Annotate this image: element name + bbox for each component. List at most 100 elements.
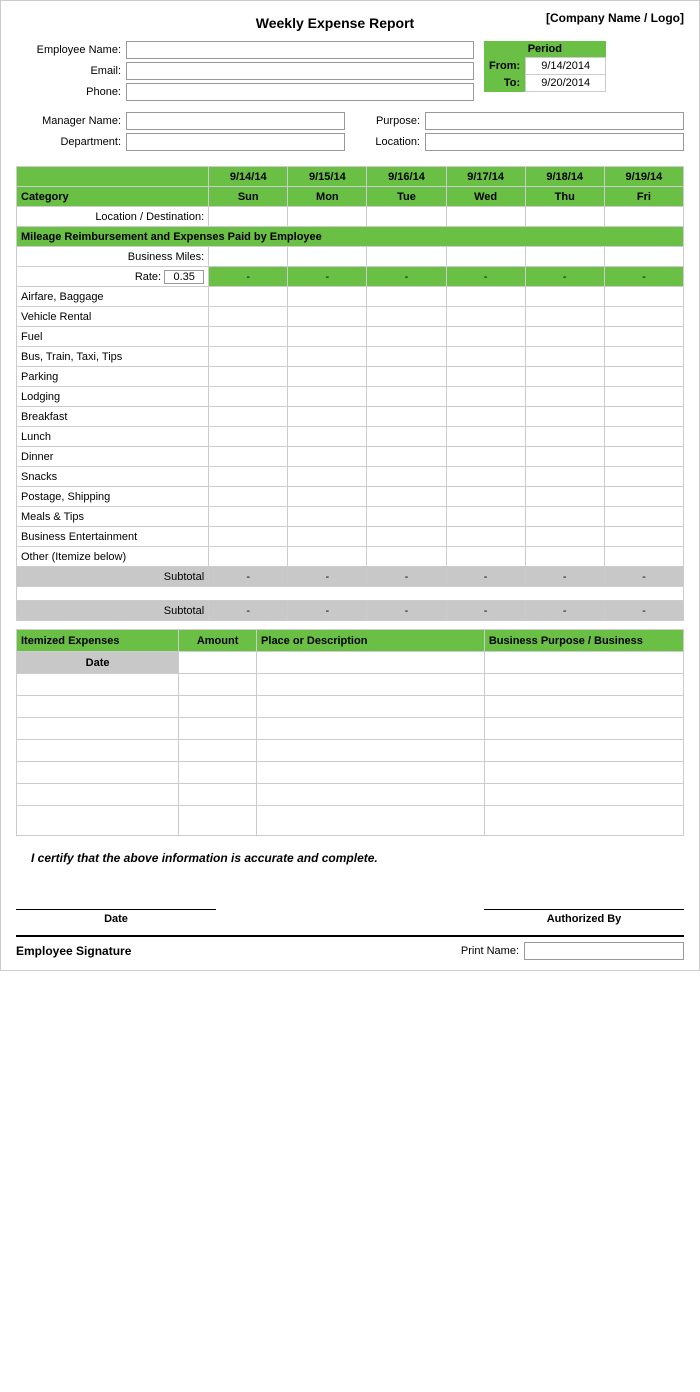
phone-input[interactable]	[126, 83, 474, 101]
miles-cell-1[interactable]	[209, 247, 288, 267]
to-value: 9/20/2014	[526, 75, 606, 92]
table-row-lodging: Lodging	[17, 387, 684, 407]
subtotal-1-5: -	[525, 567, 604, 587]
date-col-5: 9/18/14	[525, 167, 604, 187]
loc-cell-1[interactable]	[209, 207, 288, 227]
location-row: Location:	[355, 133, 684, 151]
airfare-5[interactable]	[525, 287, 604, 307]
rate-calc-3: -	[367, 267, 446, 287]
airfare-6[interactable]	[604, 287, 683, 307]
table-row-parking: Parking	[17, 367, 684, 387]
cat-label-postage: Postage, Shipping	[17, 487, 209, 507]
company-name: [Company Name / Logo]	[504, 11, 684, 25]
table-row-snacks: Snacks	[17, 467, 684, 487]
cat-label-breakfast: Breakfast	[17, 407, 209, 427]
table-row-lunch: Lunch	[17, 427, 684, 447]
employee-signature-label: Employee Signature	[16, 944, 131, 958]
subtotal-label-2: Subtotal	[17, 601, 209, 621]
manager-section: Manager Name: Department:	[16, 112, 345, 154]
employee-name-label: Employee Name:	[16, 44, 126, 56]
loc-cell-5[interactable]	[525, 207, 604, 227]
day-col-1: Sun	[209, 187, 288, 207]
airfare-3[interactable]	[367, 287, 446, 307]
date-col-header: Date	[17, 652, 179, 674]
subtotal-row-1: Subtotal - - - - - -	[17, 567, 684, 587]
date-col-2: 9/15/14	[288, 167, 367, 187]
subtotal-label-1: Subtotal	[17, 567, 209, 587]
employee-left: Employee Name: Email: Phone:	[16, 41, 474, 104]
purpose-row: Purpose:	[355, 112, 684, 130]
rate-label: Rate: 0.35	[17, 267, 209, 287]
employee-name-input[interactable]	[126, 41, 474, 59]
airfare-4[interactable]	[446, 287, 525, 307]
print-name-input[interactable]	[524, 942, 684, 960]
employee-name-row: Employee Name:	[16, 41, 474, 59]
certification-text: I certify that the above information is …	[31, 851, 684, 865]
miles-cell-5[interactable]	[525, 247, 604, 267]
miles-cell-3[interactable]	[367, 247, 446, 267]
table-row-business-ent: Business Entertainment	[17, 527, 684, 547]
email-row: Email:	[16, 62, 474, 80]
rate-calc-4: -	[446, 267, 525, 287]
date-sig-line[interactable]	[16, 890, 216, 910]
location-dest-row: Location / Destination:	[17, 207, 684, 227]
subtotal-2-3: -	[367, 601, 446, 621]
manager-input[interactable]	[126, 112, 345, 130]
subtotal-1-1: -	[209, 567, 288, 587]
subtotal-2-4: -	[446, 601, 525, 621]
manager-label: Manager Name:	[16, 115, 126, 127]
subtotal-1-4: -	[446, 567, 525, 587]
department-label: Department:	[16, 136, 126, 148]
from-label: From:	[484, 58, 526, 75]
loc-cell-2[interactable]	[288, 207, 367, 227]
airfare-1[interactable]	[209, 287, 288, 307]
loc-cell-4[interactable]	[446, 207, 525, 227]
location-dest-label: Location / Destination:	[17, 207, 209, 227]
authorized-sig-label: Authorized By	[484, 913, 684, 925]
subtotal-2-6: -	[604, 601, 683, 621]
miles-cell-6[interactable]	[604, 247, 683, 267]
period-section: Period From: 9/14/2014 To: 9/20/2014	[484, 41, 684, 104]
category-label: Category	[17, 187, 209, 207]
itemized-table: Itemized Expenses Amount Place or Descri…	[16, 629, 684, 836]
rate-calc-1: -	[209, 267, 288, 287]
miles-cell-4[interactable]	[446, 247, 525, 267]
page-title: Weekly Expense Report	[166, 11, 504, 31]
loc-cell-6[interactable]	[604, 207, 683, 227]
cat-label-parking: Parking	[17, 367, 209, 387]
subtotal-2-2: -	[288, 601, 367, 621]
phone-row: Phone:	[16, 83, 474, 101]
purpose-input[interactable]	[425, 112, 684, 130]
cat-label-snacks: Snacks	[17, 467, 209, 487]
rate-calc-5: -	[525, 267, 604, 287]
loc-cell-3[interactable]	[367, 207, 446, 227]
department-input[interactable]	[126, 133, 345, 151]
mileage-section-row: Mileage Reimbursement and Expenses Paid …	[17, 227, 684, 247]
purpose-label: Purpose:	[355, 115, 425, 127]
day-col-3: Tue	[367, 187, 446, 207]
list-item	[17, 674, 684, 696]
list-item	[17, 696, 684, 718]
signature-section: Date Authorized By	[16, 890, 684, 925]
subtotal-row-2: Subtotal - - - - - -	[17, 601, 684, 621]
email-input[interactable]	[126, 62, 474, 80]
rate-input[interactable]: 0.35	[164, 270, 204, 284]
miles-cell-2[interactable]	[288, 247, 367, 267]
table-row-vehicle: Vehicle Rental	[17, 307, 684, 327]
business-miles-row: Business Miles:	[17, 247, 684, 267]
cat-label-bus: Bus, Train, Taxi, Tips	[17, 347, 209, 367]
table-row-meals: Meals & Tips	[17, 507, 684, 527]
header: Weekly Expense Report [Company Name / Lo…	[16, 11, 684, 31]
date-sig-block: Date	[16, 890, 216, 925]
table-row-postage: Postage, Shipping	[17, 487, 684, 507]
rate-row: Rate: 0.35 - - - - - -	[17, 267, 684, 287]
authorized-sig-line[interactable]	[484, 890, 684, 910]
from-value: 9/14/2014	[526, 58, 606, 75]
airfare-2[interactable]	[288, 287, 367, 307]
list-item	[17, 718, 684, 740]
location-input[interactable]	[425, 133, 684, 151]
list-item	[17, 784, 684, 806]
authorized-sig-block: Authorized By	[484, 890, 684, 925]
day-col-2: Mon	[288, 187, 367, 207]
date-col-1: 9/14/14	[209, 167, 288, 187]
